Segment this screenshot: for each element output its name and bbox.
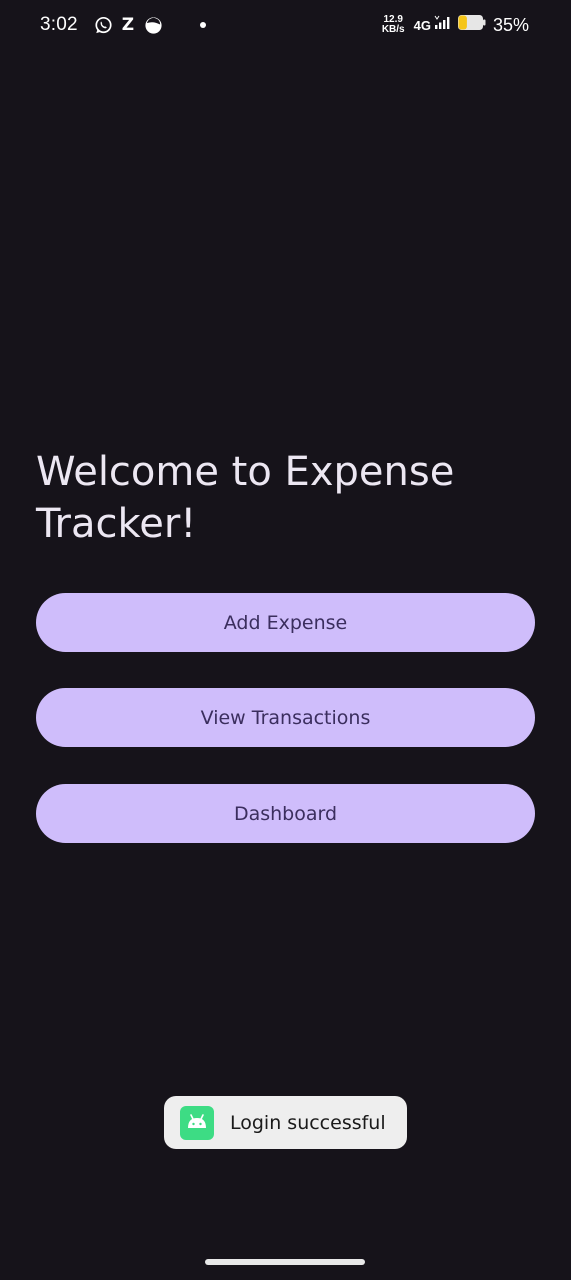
android-app-icon [180, 1105, 214, 1140]
dashboard-button[interactable]: Dashboard [36, 784, 535, 843]
home-gesture-bar[interactable] [205, 1259, 365, 1265]
dot-icon [200, 22, 207, 28]
network-type: 4G [413, 17, 431, 33]
toast: Login successful [164, 1096, 407, 1149]
network-speed-unit: KB/s [381, 24, 405, 35]
battery-icon [457, 15, 486, 35]
add-expense-button[interactable]: Add Expense [36, 593, 535, 652]
status-bar: 3:02 Z 12.9 KB/s 4G 35% [0, 0, 571, 50]
page-title: Welcome to Expense Tracker! [36, 449, 455, 547]
battery-percent: 35% [492, 14, 529, 35]
toast-message: Login successful [230, 1111, 386, 1134]
status-bar-right: 12.9 KB/s 4G 35% [382, 12, 529, 38]
status-bar-left: 3:02 Z [40, 13, 207, 37]
view-transactions-button[interactable]: View Transactions [36, 688, 535, 747]
network-speed: 12.9 KB/s [382, 15, 405, 35]
z-icon: Z [121, 15, 135, 35]
halfmoon-icon [144, 16, 163, 35]
signal-icon [434, 15, 450, 36]
whatsapp-icon [94, 16, 113, 35]
clock: 3:02 [40, 14, 78, 35]
